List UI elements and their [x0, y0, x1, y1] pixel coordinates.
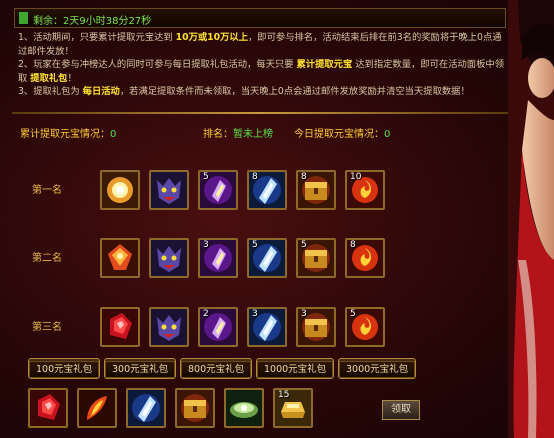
pack-100-button[interactable]: 100元宝礼包	[28, 358, 100, 379]
rule-highlight: 累计提取元宝	[296, 59, 353, 71]
activity-panel: 剩余：2天9小时38分27秒 1、活动期间，只要累计提取元宝达到 10万或10万…	[0, 0, 554, 438]
rank-label: 排名：	[203, 129, 233, 140]
reward-slot[interactable]	[100, 170, 140, 210]
reward-slot[interactable]	[149, 307, 189, 347]
reward-slot[interactable]: 15	[273, 388, 313, 428]
item-count: 10	[350, 172, 362, 182]
rank-stat: 排名：暂未上榜	[203, 125, 273, 140]
reward-slot[interactable]: 5	[296, 238, 336, 278]
rank-1-label: 第一名	[32, 185, 62, 196]
rule-line: 2、玩家在参与冲榜达人的同时可参与每日提取礼包活动，每天只要 累计提取元宝 达到…	[18, 58, 506, 85]
pack-800-button[interactable]: 800元宝礼包	[180, 358, 252, 379]
rule-highlight: 每日活动	[82, 86, 120, 98]
total-extract-value: 0	[110, 129, 117, 140]
item-count: 3	[301, 309, 307, 319]
pack-1000-button[interactable]: 1000元宝礼包	[256, 358, 334, 379]
countdown-timer: 剩余：2天9小时38分27秒	[33, 16, 152, 27]
item-count: 8	[301, 172, 307, 182]
rank-3-label: 第三名	[32, 322, 62, 333]
rule-text: 3、提取礼包为	[18, 86, 83, 98]
reward-slot[interactable]: 8	[247, 170, 287, 210]
golden-orb-icon	[102, 172, 138, 208]
pack-1000-label: 1000元宝礼包	[257, 361, 334, 378]
pack-300-label: 300元宝礼包	[105, 361, 176, 378]
reward-slot[interactable]	[100, 238, 140, 278]
treasure-chest-icon	[177, 390, 213, 426]
ruby-shard-icon	[102, 309, 138, 345]
rule-highlight: 提取礼包	[30, 72, 68, 84]
blue-crystal-icon	[128, 390, 164, 426]
jade-plate-icon	[226, 390, 262, 426]
reward-slot[interactable]: 8	[296, 170, 336, 210]
today-extract-label: 今日提取元宝情况：	[294, 129, 384, 140]
flag-icon	[19, 12, 28, 24]
reward-slot[interactable]: 8	[345, 238, 385, 278]
item-count: 5	[301, 240, 307, 250]
item-count: 5	[350, 309, 356, 319]
character-portrait	[508, 0, 554, 438]
item-count: 5	[252, 240, 258, 250]
reward-slot[interactable]: 5	[247, 238, 287, 278]
timer-bar: 剩余：2天9小时38分27秒	[14, 8, 506, 28]
item-count: 2	[203, 309, 209, 319]
demon-mask-icon	[151, 309, 187, 345]
rule-text: ！	[67, 72, 77, 84]
rule-text: 1、活动期间，只要累计提取元宝达到	[18, 32, 176, 43]
rule-highlight: 10万或10万以上	[175, 32, 248, 43]
pack-3000-button[interactable]: 3000元宝礼包	[338, 358, 416, 379]
reward-slot[interactable]	[28, 388, 68, 428]
item-count: 15	[278, 390, 290, 400]
reward-slot[interactable]	[149, 238, 189, 278]
claim-button[interactable]: 领取	[382, 400, 420, 420]
rule-line: 3、提取礼包为 每日活动，若满足提取条件而未领取，当天晚上0点会通过邮件发放奖励…	[18, 85, 506, 99]
total-extract-label: 累计提取元宝情况：	[20, 129, 110, 140]
pack-3000-label: 3000元宝礼包	[339, 361, 416, 378]
reward-slot[interactable]	[100, 307, 140, 347]
rank-2-label: 第二名	[32, 253, 62, 264]
item-count: 8	[350, 240, 356, 250]
today-extract-value: 0	[384, 129, 391, 140]
reward-slot[interactable]	[224, 388, 264, 428]
reward-slot[interactable]: 5	[198, 170, 238, 210]
item-count: 5	[203, 172, 209, 182]
ruby-shard-icon	[30, 390, 66, 426]
red-gem-icon	[102, 240, 138, 276]
rank-value: 暂未上榜	[233, 129, 273, 140]
reward-slot[interactable]: 3	[247, 307, 287, 347]
pack-100-label: 100元宝礼包	[29, 361, 100, 378]
rules-text: 1、活动期间，只要累计提取元宝达到 10万或10万以上，即可参与排名，活动结束后…	[18, 31, 506, 99]
reward-slot[interactable]	[175, 388, 215, 428]
rule-text: 2、玩家在参与冲榜达人的同时可参与每日提取礼包活动，每天只要	[18, 59, 297, 71]
reward-slot[interactable]: 5	[345, 307, 385, 347]
item-count: 3	[252, 309, 258, 319]
divider	[12, 112, 508, 114]
reward-slot[interactable]: 10	[345, 170, 385, 210]
pack-300-button[interactable]: 300元宝礼包	[104, 358, 176, 379]
today-extract-stat: 今日提取元宝情况：0	[294, 125, 390, 140]
demon-mask-icon	[151, 172, 187, 208]
reward-slot[interactable]: 2	[198, 307, 238, 347]
fire-feather-icon	[79, 390, 115, 426]
reward-slot[interactable]	[126, 388, 166, 428]
pack-800-label: 800元宝礼包	[181, 361, 252, 378]
reward-slot[interactable]: 3	[198, 238, 238, 278]
reward-slot[interactable]: 3	[296, 307, 336, 347]
rule-text: ，若满足提取条件而未领取，当天晚上0点会通过邮件发放奖励并清空当天提取数据！	[119, 86, 470, 98]
reward-slot[interactable]	[77, 388, 117, 428]
reward-slot[interactable]	[149, 170, 189, 210]
item-count: 3	[203, 240, 209, 250]
item-count: 8	[252, 172, 258, 182]
demon-mask-icon	[151, 240, 187, 276]
rule-line: 1、活动期间，只要累计提取元宝达到 10万或10万以上，即可参与排名，活动结束后…	[18, 31, 506, 58]
total-extract-stat: 累计提取元宝情况：0	[20, 125, 116, 140]
